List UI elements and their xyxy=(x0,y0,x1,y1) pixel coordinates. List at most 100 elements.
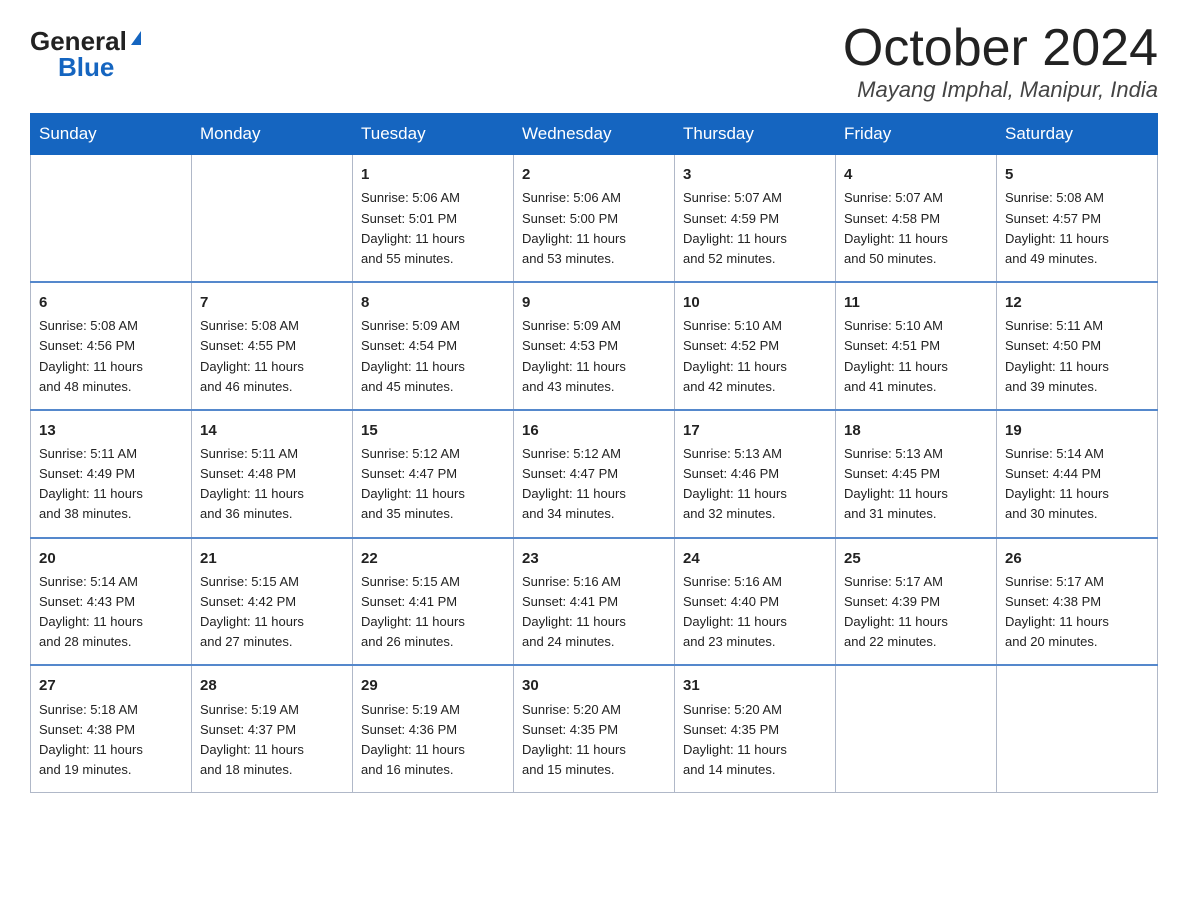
day-info: Sunrise: 5:15 AMSunset: 4:41 PMDaylight:… xyxy=(361,572,505,653)
day-info: Sunrise: 5:13 AMSunset: 4:45 PMDaylight:… xyxy=(844,444,988,525)
day-info: Sunrise: 5:18 AMSunset: 4:38 PMDaylight:… xyxy=(39,700,183,781)
day-info: Sunrise: 5:07 AMSunset: 4:59 PMDaylight:… xyxy=(683,188,827,269)
logo-triangle-icon xyxy=(131,31,141,45)
calendar-cell xyxy=(31,155,192,282)
calendar-cell: 30 Sunrise: 5:20 AMSunset: 4:35 PMDayligh… xyxy=(514,665,675,792)
day-number: 12 xyxy=(1005,291,1149,314)
calendar-cell: 2Sunrise: 5:06 AMSunset: 5:00 PMDaylight… xyxy=(514,155,675,282)
day-info: Sunrise: 5:11 AMSunset: 4:49 PMDaylight:… xyxy=(39,444,183,525)
calendar-cell: 14Sunrise: 5:11 AMSunset: 4:48 PMDayligh… xyxy=(192,410,353,538)
day-info: Sunrise: 5:16 AMSunset: 4:41 PMDaylight:… xyxy=(522,572,666,653)
day-info: Sunrise: 5:19 AMSunset: 4:36 PMDaylight:… xyxy=(361,700,505,781)
calendar-row: 13Sunrise: 5:11 AMSunset: 4:49 PMDayligh… xyxy=(31,410,1158,538)
page-header: General Blue October 2024 Mayang Imphal,… xyxy=(30,20,1158,103)
location-text: Mayang Imphal, Manipur, India xyxy=(843,77,1158,103)
calendar-cell: 5Sunrise: 5:08 AMSunset: 4:57 PMDaylight… xyxy=(997,155,1158,282)
calendar-cell: 23Sunrise: 5:16 AMSunset: 4:41 PMDayligh… xyxy=(514,538,675,666)
header-cell-saturday: Saturday xyxy=(997,114,1158,155)
calendar-cell xyxy=(836,665,997,792)
day-number: 19 xyxy=(1005,419,1149,442)
day-number: 20 xyxy=(39,547,183,570)
calendar-cell xyxy=(997,665,1158,792)
calendar-body: 1Sunrise: 5:06 AMSunset: 5:01 PMDaylight… xyxy=(31,155,1158,793)
day-number: 30 xyxy=(522,674,666,697)
calendar-row: 6Sunrise: 5:08 AMSunset: 4:56 PMDaylight… xyxy=(31,282,1158,410)
calendar-cell: 21Sunrise: 5:15 AMSunset: 4:42 PMDayligh… xyxy=(192,538,353,666)
day-number: 13 xyxy=(39,419,183,442)
calendar-row: 20Sunrise: 5:14 AMSunset: 4:43 PMDayligh… xyxy=(31,538,1158,666)
calendar-cell: 27 Sunrise: 5:18 AMSunset: 4:38 PMDayligh… xyxy=(31,665,192,792)
calendar-cell: 6Sunrise: 5:08 AMSunset: 4:56 PMDaylight… xyxy=(31,282,192,410)
day-number: 1 xyxy=(361,163,505,186)
calendar-cell: 10Sunrise: 5:10 AMSunset: 4:52 PMDayligh… xyxy=(675,282,836,410)
day-number: 28 xyxy=(200,674,344,697)
logo-blue-text: Blue xyxy=(58,54,114,80)
day-info: Sunrise: 5:06 AMSunset: 5:01 PMDaylight:… xyxy=(361,188,505,269)
day-info: Sunrise: 5:14 AMSunset: 4:43 PMDaylight:… xyxy=(39,572,183,653)
day-number: 21 xyxy=(200,547,344,570)
day-number: 26 xyxy=(1005,547,1149,570)
calendar-cell: 29Sunrise: 5:19 AMSunset: 4:36 PMDayligh… xyxy=(353,665,514,792)
logo-general-text: General xyxy=(30,28,127,54)
day-number: 3 xyxy=(683,163,827,186)
calendar-cell: 8Sunrise: 5:09 AMSunset: 4:54 PMDaylight… xyxy=(353,282,514,410)
day-number: 18 xyxy=(844,419,988,442)
day-number: 31 xyxy=(683,674,827,697)
day-info: Sunrise: 5:08 AMSunset: 4:56 PMDaylight:… xyxy=(39,316,183,397)
header-cell-monday: Monday xyxy=(192,114,353,155)
day-info: Sunrise: 5:20 AMSunset: 4:35 PMDaylight:… xyxy=(522,700,666,781)
calendar-cell: 24Sunrise: 5:16 AMSunset: 4:40 PMDayligh… xyxy=(675,538,836,666)
calendar-header: SundayMondayTuesdayWednesdayThursdayFrid… xyxy=(31,114,1158,155)
calendar-cell: 25Sunrise: 5:17 AMSunset: 4:39 PMDayligh… xyxy=(836,538,997,666)
header-cell-tuesday: Tuesday xyxy=(353,114,514,155)
calendar-cell: 18Sunrise: 5:13 AMSunset: 4:45 PMDayligh… xyxy=(836,410,997,538)
day-number: 8 xyxy=(361,291,505,314)
day-info: Sunrise: 5:17 AMSunset: 4:38 PMDaylight:… xyxy=(1005,572,1149,653)
day-number: 6 xyxy=(39,291,183,314)
day-info: Sunrise: 5:10 AMSunset: 4:52 PMDaylight:… xyxy=(683,316,827,397)
day-info: Sunrise: 5:09 AMSunset: 4:54 PMDaylight:… xyxy=(361,316,505,397)
day-info: Sunrise: 5:15 AMSunset: 4:42 PMDaylight:… xyxy=(200,572,344,653)
day-number: 25 xyxy=(844,547,988,570)
calendar-cell: 26Sunrise: 5:17 AMSunset: 4:38 PMDayligh… xyxy=(997,538,1158,666)
day-info: Sunrise: 5:10 AMSunset: 4:51 PMDaylight:… xyxy=(844,316,988,397)
day-number: 16 xyxy=(522,419,666,442)
calendar-cell: 13Sunrise: 5:11 AMSunset: 4:49 PMDayligh… xyxy=(31,410,192,538)
day-info: Sunrise: 5:12 AMSunset: 4:47 PMDaylight:… xyxy=(522,444,666,525)
day-info: Sunrise: 5:09 AMSunset: 4:53 PMDaylight:… xyxy=(522,316,666,397)
month-title: October 2024 xyxy=(843,20,1158,77)
calendar-cell: 12Sunrise: 5:11 AMSunset: 4:50 PMDayligh… xyxy=(997,282,1158,410)
calendar-cell: 28 Sunrise: 5:19 AMSunset: 4:37 PMDayligh… xyxy=(192,665,353,792)
calendar-cell: 31Sunrise: 5:20 AMSunset: 4:35 PMDayligh… xyxy=(675,665,836,792)
calendar-table: SundayMondayTuesdayWednesdayThursdayFrid… xyxy=(30,113,1158,793)
header-row: SundayMondayTuesdayWednesdayThursdayFrid… xyxy=(31,114,1158,155)
header-cell-friday: Friday xyxy=(836,114,997,155)
logo: General Blue xyxy=(30,20,141,80)
calendar-cell: 22Sunrise: 5:15 AMSunset: 4:41 PMDayligh… xyxy=(353,538,514,666)
day-info: Sunrise: 5:19 AMSunset: 4:37 PMDaylight:… xyxy=(200,700,344,781)
day-number: 2 xyxy=(522,163,666,186)
day-number: 9 xyxy=(522,291,666,314)
calendar-cell: 1Sunrise: 5:06 AMSunset: 5:01 PMDaylight… xyxy=(353,155,514,282)
header-cell-thursday: Thursday xyxy=(675,114,836,155)
header-cell-sunday: Sunday xyxy=(31,114,192,155)
calendar-row: 1Sunrise: 5:06 AMSunset: 5:01 PMDaylight… xyxy=(31,155,1158,282)
day-info: Sunrise: 5:08 AMSunset: 4:57 PMDaylight:… xyxy=(1005,188,1149,269)
calendar-cell: 11Sunrise: 5:10 AMSunset: 4:51 PMDayligh… xyxy=(836,282,997,410)
calendar-cell: 9Sunrise: 5:09 AMSunset: 4:53 PMDaylight… xyxy=(514,282,675,410)
day-number: 23 xyxy=(522,547,666,570)
day-info: Sunrise: 5:12 AMSunset: 4:47 PMDaylight:… xyxy=(361,444,505,525)
calendar-cell: 15Sunrise: 5:12 AMSunset: 4:47 PMDayligh… xyxy=(353,410,514,538)
calendar-cell xyxy=(192,155,353,282)
calendar-cell: 17Sunrise: 5:13 AMSunset: 4:46 PMDayligh… xyxy=(675,410,836,538)
title-block: October 2024 Mayang Imphal, Manipur, Ind… xyxy=(843,20,1158,103)
day-info: Sunrise: 5:17 AMSunset: 4:39 PMDaylight:… xyxy=(844,572,988,653)
day-number: 14 xyxy=(200,419,344,442)
day-number: 27 xyxy=(39,674,183,697)
calendar-cell: 16Sunrise: 5:12 AMSunset: 4:47 PMDayligh… xyxy=(514,410,675,538)
day-number: 5 xyxy=(1005,163,1149,186)
day-info: Sunrise: 5:11 AMSunset: 4:50 PMDaylight:… xyxy=(1005,316,1149,397)
calendar-cell: 20Sunrise: 5:14 AMSunset: 4:43 PMDayligh… xyxy=(31,538,192,666)
calendar-cell: 3Sunrise: 5:07 AMSunset: 4:59 PMDaylight… xyxy=(675,155,836,282)
day-info: Sunrise: 5:16 AMSunset: 4:40 PMDaylight:… xyxy=(683,572,827,653)
